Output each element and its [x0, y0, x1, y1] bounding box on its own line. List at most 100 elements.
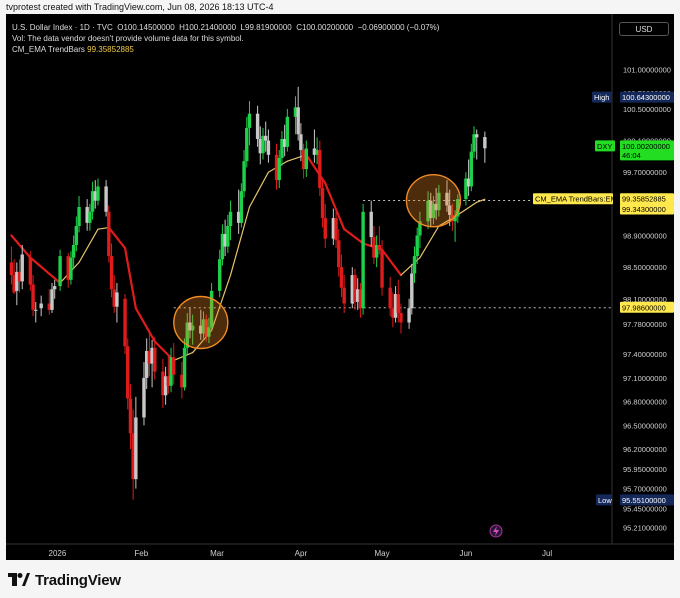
y-tick-label: 97.78000000: [623, 320, 667, 329]
footer: TradingView: [0, 562, 680, 598]
candle-body: [334, 218, 338, 241]
candle-body: [20, 254, 24, 282]
candle-body: [77, 207, 81, 226]
candle-body: [31, 284, 35, 310]
y-tick-label: 95.21000000: [623, 523, 667, 532]
candle-body: [28, 257, 33, 285]
candle-body: [483, 137, 487, 149]
candle-body: [377, 244, 382, 250]
ema-line-segment: [380, 248, 403, 277]
candle-body: [172, 357, 176, 375]
candle-body: [407, 308, 411, 323]
candle-body: [388, 287, 392, 309]
low-price-label: 95.55100000: [622, 496, 666, 505]
candle-body: [339, 267, 344, 288]
x-tick-label: Jul: [542, 549, 552, 558]
support-price-label: 97.98600000: [622, 303, 666, 312]
candle-body: [96, 186, 100, 201]
high-price-label: 100.64300000: [622, 93, 670, 102]
candle-body: [247, 113, 252, 128]
candle-body: [323, 218, 327, 239]
candle-body: [342, 287, 346, 304]
ohlc-low: L99.81900000: [240, 23, 292, 32]
y-tick-label: 96.50000000: [623, 421, 667, 430]
indicator-name: CM_EMA TrendBars: [12, 45, 85, 54]
legend-volume-line: Vol: The data vendor doesn't provide vol…: [12, 34, 244, 43]
candle-body: [218, 259, 222, 291]
candle-body: [469, 151, 474, 187]
ema-line-segment: [343, 228, 365, 245]
x-tick-label: Apr: [295, 549, 308, 558]
candle-body: [9, 262, 14, 276]
candle-body: [266, 140, 271, 155]
ema-line-segment: [29, 256, 62, 285]
tradingview-logo[interactable]: TradingView: [8, 570, 121, 590]
dxy-tag-label: DXY: [597, 142, 612, 151]
x-tick-label: May: [374, 549, 389, 558]
candlestick-chart[interactable]: 101.00000000100.70000000100.50000000100.…: [6, 14, 674, 560]
candle-body: [50, 289, 54, 310]
y-tick-label: 95.70000000: [623, 485, 667, 494]
candle-body: [412, 256, 417, 274]
y-tick-label: 97.40000000: [623, 350, 667, 359]
candle-body: [380, 249, 384, 288]
candle-body: [88, 211, 92, 223]
candle-body: [277, 157, 281, 181]
candle-body: [415, 235, 419, 257]
candle-body: [296, 107, 300, 135]
tradingview-logo-text: TradingView: [35, 571, 121, 589]
candle-body: [245, 127, 249, 162]
candle-body: [369, 211, 373, 238]
y-tick-label: 96.20000000: [623, 445, 667, 454]
candle-body: [71, 244, 76, 258]
y-tick-label: 98.50000000: [623, 263, 667, 272]
candle-body: [39, 303, 43, 309]
annotation-circle: [405, 173, 462, 228]
y-tick-label: 97.10000000: [623, 374, 667, 383]
y-tick-label: 98.90000000: [623, 231, 667, 240]
ema-line-segment: [78, 228, 99, 263]
bar-countdown-label: 46:04: [622, 151, 641, 160]
ema-line-segment: [419, 225, 440, 259]
candle-body: [304, 148, 308, 170]
indicator-value: 99.35852885: [87, 45, 134, 54]
current-price-label: 100.00200000: [622, 142, 670, 151]
high-tag-label: High: [594, 93, 609, 102]
legend-indicator-line[interactable]: CM_EMA TrendBars 99.35852885: [12, 44, 134, 55]
candle-body: [109, 256, 114, 290]
candle-body: [337, 240, 341, 268]
candle-body: [74, 226, 79, 245]
ohlc-high: H100.21400000: [179, 23, 237, 32]
x-tick-label: Mar: [210, 549, 224, 558]
candle-body: [285, 116, 290, 147]
y-tick-label: 99.70000000: [623, 168, 667, 177]
ema-line-segment: [134, 307, 156, 343]
ohlc-change: −0.06900000 (−0.07%): [357, 23, 440, 32]
candle-body: [134, 417, 138, 480]
candle-body: [123, 298, 127, 347]
y-tick-label: 96.80000000: [623, 398, 667, 407]
y-tick-label: 101.00000000: [623, 65, 671, 74]
ema-price-label: 99.35852885: [622, 195, 666, 204]
low-tag-label: Low: [598, 496, 612, 505]
candle-body: [264, 135, 268, 141]
candle-body: [182, 347, 187, 388]
x-tick-label: 2026: [49, 549, 67, 558]
chart-panel[interactable]: 101.00000000100.70000000100.50000000100.…: [6, 14, 674, 560]
currency-button[interactable]: USD: [619, 22, 669, 36]
candle-body: [242, 161, 246, 192]
level-price-label: 99.34300000: [622, 205, 666, 214]
ema-line-segment: [248, 171, 270, 208]
candle-body: [142, 377, 146, 418]
tradingview-logo-icon: [8, 573, 30, 587]
annotation-circle: [173, 295, 229, 350]
legend-symbol-line: U.S. Dollar Index · 1D · TVC O100.145000…: [12, 22, 439, 33]
candle-body: [58, 256, 62, 287]
ohlc-close: C100.00200000: [296, 23, 354, 32]
candle-body: [255, 113, 260, 139]
y-tick-label: 100.50000000: [623, 105, 671, 114]
candle-body: [107, 211, 111, 257]
x-tick-label: Jun: [459, 549, 472, 558]
candle-body: [126, 346, 130, 399]
candle-body: [115, 292, 119, 307]
